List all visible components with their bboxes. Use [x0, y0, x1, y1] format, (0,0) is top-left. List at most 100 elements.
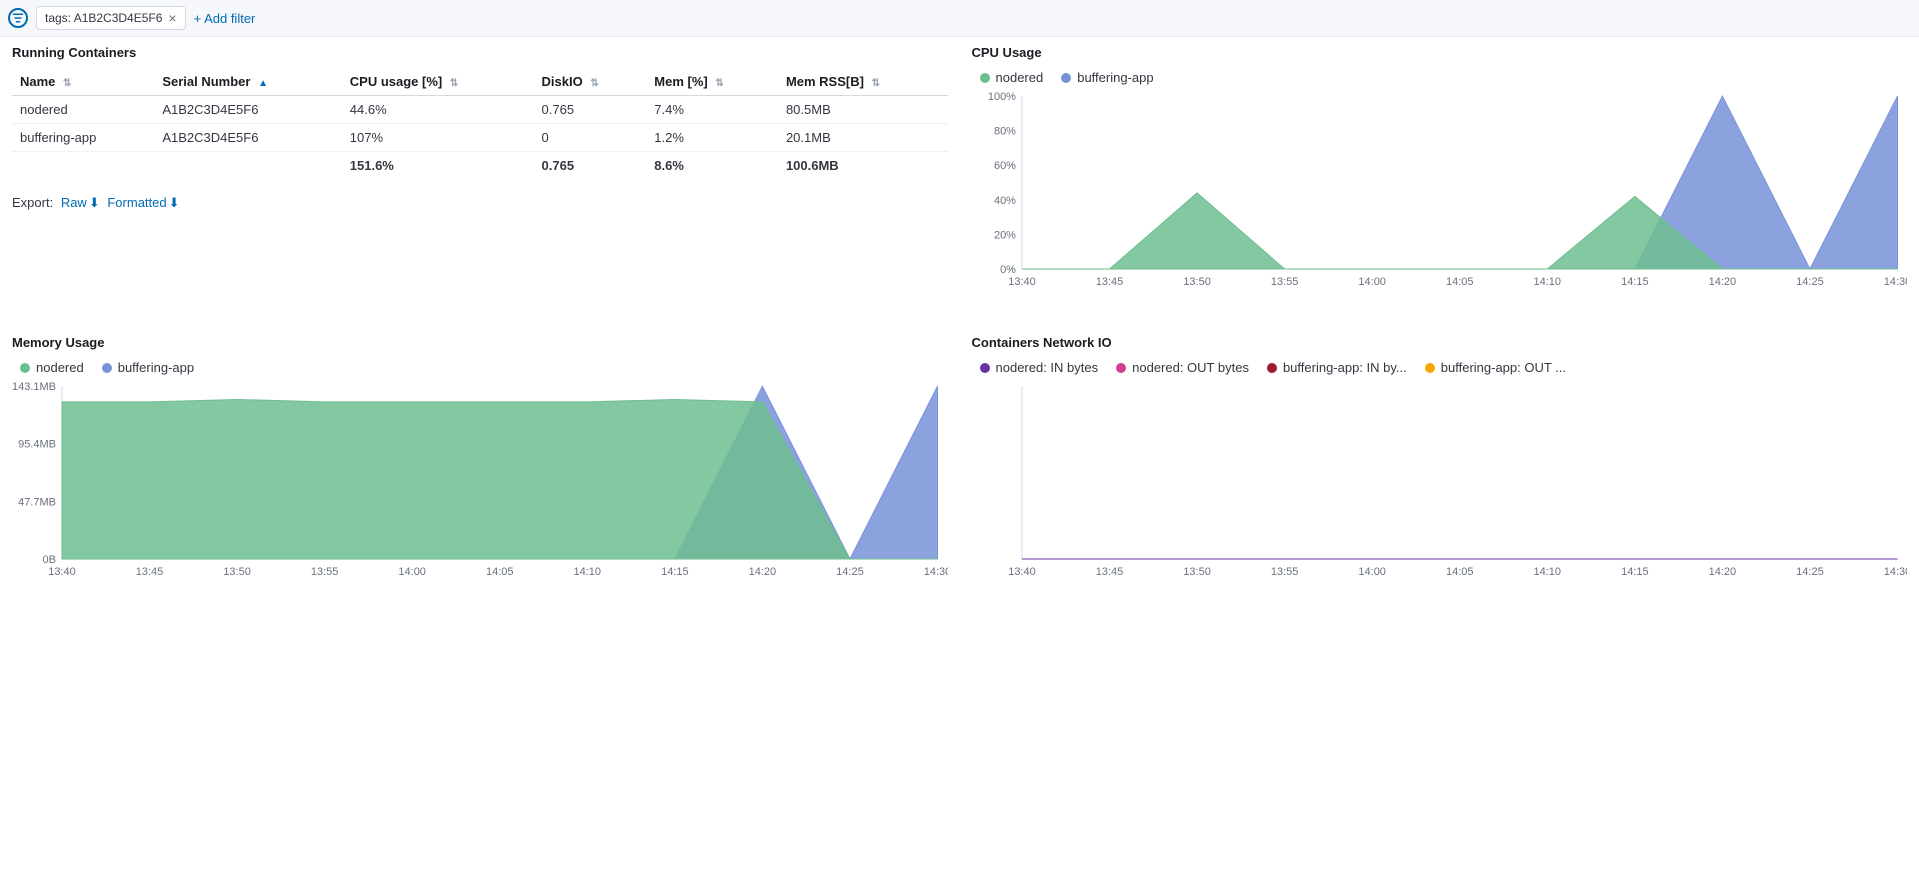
cpu-usage-chart[interactable]: 0%20%40%60%80%100%13:4013:4513:5013:5514… [972, 91, 1908, 291]
svg-text:47.7MB: 47.7MB [18, 496, 56, 508]
add-filter-button[interactable]: + Add filter [194, 11, 256, 26]
legend: nodered: IN bytes nodered: OUT bytes buffe… [980, 360, 1908, 375]
legend-dot-icon [1267, 363, 1277, 373]
table-cell: 0 [534, 124, 647, 152]
svg-text:14:15: 14:15 [1621, 276, 1649, 288]
svg-text:14:25: 14:25 [1796, 276, 1824, 288]
svg-text:13:55: 13:55 [311, 566, 339, 578]
table-cell: 0.765 [534, 96, 647, 124]
svg-text:14:20: 14:20 [749, 566, 777, 578]
panel-title: Containers Network IO [972, 335, 1908, 350]
svg-text:14:30: 14:30 [1883, 276, 1907, 288]
network-io-chart[interactable]: 13:4013:4513:5013:5514:0014:0514:1014:15… [972, 381, 1908, 581]
export-label: Export: [12, 195, 53, 210]
panel-cpu-usage: CPU Usage noderedbuffering-app 0%20%40%6… [960, 37, 1919, 327]
svg-text:14:05: 14:05 [1445, 566, 1473, 578]
legend-item[interactable]: nodered: IN bytes [980, 360, 1099, 375]
svg-text:14:25: 14:25 [836, 566, 864, 578]
column-header[interactable]: CPU usage [%] ⇅ [342, 68, 534, 96]
svg-text:14:00: 14:00 [398, 566, 426, 578]
svg-text:13:50: 13:50 [1183, 276, 1211, 288]
table-cell: nodered [12, 96, 154, 124]
svg-text:13:40: 13:40 [48, 566, 76, 578]
legend-dot-icon [1116, 363, 1126, 373]
column-header[interactable]: Serial Number ▲ [154, 68, 341, 96]
svg-text:143.1MB: 143.1MB [12, 381, 56, 393]
svg-text:13:55: 13:55 [1270, 566, 1298, 578]
column-header[interactable]: DiskIO ⇅ [534, 68, 647, 96]
svg-text:40%: 40% [993, 195, 1015, 207]
table-cell [154, 152, 341, 180]
legend-item[interactable]: nodered [20, 360, 84, 375]
filter-pill[interactable]: tags: A1B2C3D4E5F6 × [36, 6, 186, 30]
legend-dot-icon [102, 363, 112, 373]
containers-table: Name ⇅Serial Number ▲CPU usage [%] ⇅Disk… [12, 68, 948, 179]
svg-text:14:15: 14:15 [1621, 566, 1649, 578]
legend-item[interactable]: buffering-app: IN by... [1267, 360, 1407, 375]
table-cell: buffering-app [12, 124, 154, 152]
legend-dot-icon [980, 73, 990, 83]
svg-text:14:10: 14:10 [574, 566, 602, 578]
legend-item[interactable]: buffering-app [1061, 70, 1153, 85]
table-row[interactable]: noderedA1B2C3D4E5F644.6%0.7657.4%80.5MB [12, 96, 948, 124]
legend-item[interactable]: buffering-app: OUT ... [1425, 360, 1566, 375]
svg-text:13:50: 13:50 [1183, 566, 1211, 578]
legend-label: nodered [996, 70, 1044, 85]
svg-text:14:30: 14:30 [1883, 566, 1907, 578]
svg-text:13:40: 13:40 [1008, 566, 1036, 578]
svg-text:14:25: 14:25 [1796, 566, 1824, 578]
table-cell: 0.765 [534, 152, 647, 180]
panel-memory-usage: Memory Usage noderedbuffering-app 0B47.7… [0, 327, 960, 617]
table-cell: A1B2C3D4E5F6 [154, 124, 341, 152]
legend-dot-icon [980, 363, 990, 373]
table-cell: 8.6% [646, 152, 778, 180]
table-row[interactable]: buffering-appA1B2C3D4E5F6107%01.2%20.1MB [12, 124, 948, 152]
panel-title: CPU Usage [972, 45, 1908, 60]
panel-running-containers: Running Containers Name ⇅Serial Number ▲… [0, 37, 960, 327]
svg-text:13:45: 13:45 [136, 566, 164, 578]
svg-text:14:20: 14:20 [1708, 566, 1736, 578]
svg-text:13:50: 13:50 [223, 566, 250, 578]
filter-pill-label: tags: A1B2C3D4E5F6 [45, 11, 162, 25]
empty-space [0, 617, 1919, 877]
legend-dot-icon [20, 363, 30, 373]
legend-item[interactable]: nodered [980, 70, 1044, 85]
legend-dot-icon [1425, 363, 1435, 373]
download-icon: ⬇ [169, 195, 180, 211]
legend-item[interactable]: buffering-app [102, 360, 194, 375]
legend-label: buffering-app: OUT ... [1441, 360, 1566, 375]
svg-text:14:30: 14:30 [924, 566, 948, 578]
panel-title: Memory Usage [12, 335, 948, 350]
close-icon[interactable]: × [168, 11, 176, 25]
export-row: Export: Raw⬇ Formatted⬇ [12, 195, 948, 211]
table-cell: 100.6MB [778, 152, 948, 180]
download-icon: ⬇ [89, 195, 100, 211]
column-header[interactable]: Mem [%] ⇅ [646, 68, 778, 96]
legend-label: nodered [36, 360, 84, 375]
svg-text:14:00: 14:00 [1358, 566, 1386, 578]
svg-text:0%: 0% [1000, 264, 1016, 276]
filter-toggle-icon[interactable] [8, 8, 28, 28]
dashboard-grid: Running Containers Name ⇅Serial Number ▲… [0, 37, 1919, 617]
legend-label: buffering-app [118, 360, 194, 375]
memory-usage-chart[interactable]: 0B47.7MB95.4MB143.1MB13:4013:4513:5013:5… [12, 381, 948, 581]
legend: nodered buffering-app [20, 360, 948, 375]
table-cell: 151.6% [342, 152, 534, 180]
svg-text:13:45: 13:45 [1095, 276, 1123, 288]
svg-text:14:20: 14:20 [1708, 276, 1736, 288]
legend-item[interactable]: nodered: OUT bytes [1116, 360, 1249, 375]
svg-text:100%: 100% [987, 91, 1015, 103]
column-header[interactable]: Mem RSS[B] ⇅ [778, 68, 948, 96]
panel-title: Running Containers [12, 45, 948, 60]
export-raw-link[interactable]: Raw⬇ [61, 195, 104, 210]
legend-label: buffering-app: IN by... [1283, 360, 1407, 375]
export-formatted-link[interactable]: Formatted⬇ [107, 195, 179, 210]
svg-text:14:10: 14:10 [1533, 276, 1561, 288]
legend: nodered buffering-app [980, 70, 1908, 85]
table-cell: 20.1MB [778, 124, 948, 152]
filter-bar: tags: A1B2C3D4E5F6 × + Add filter [0, 0, 1919, 37]
svg-text:14:05: 14:05 [486, 566, 513, 578]
svg-text:13:55: 13:55 [1270, 276, 1298, 288]
svg-text:13:40: 13:40 [1008, 276, 1036, 288]
column-header[interactable]: Name ⇅ [12, 68, 154, 96]
